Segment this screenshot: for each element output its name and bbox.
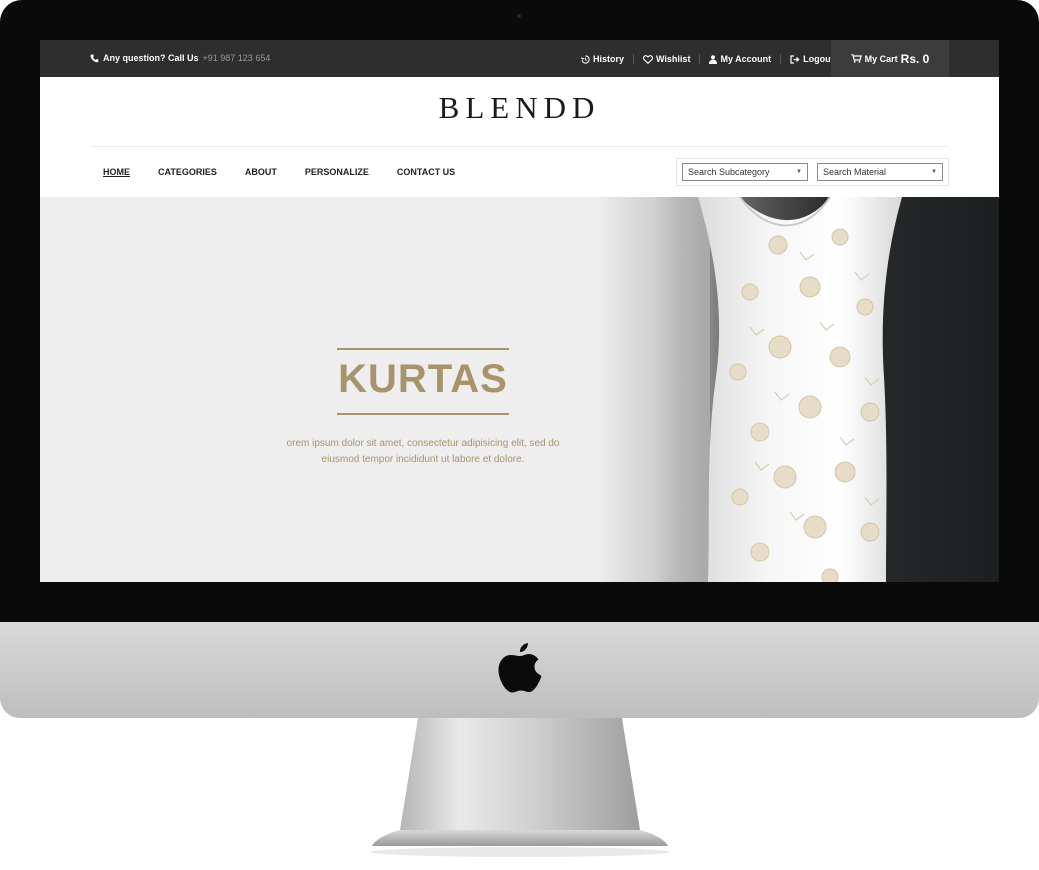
monitor-stand	[370, 718, 670, 857]
logout-label: Logout	[803, 54, 834, 64]
account-links: History Wishlist My Account Logout	[572, 54, 843, 64]
history-icon	[581, 54, 590, 64]
top-bar: Any question? Call Us +91 987 123 654 Hi…	[40, 40, 999, 77]
camera-dot	[517, 14, 521, 18]
cart-label: My Cart	[864, 53, 898, 64]
material-select[interactable]: Search Material ▼	[817, 163, 943, 181]
nav-item-contact-us[interactable]: CONTACT US	[397, 167, 455, 177]
cart-amount: Rs. 0	[900, 51, 930, 66]
search-filters: Search Subcategory ▼ Search Material ▼	[676, 158, 949, 186]
wishlist-link[interactable]: Wishlist	[634, 54, 701, 64]
hero-description: orem ipsum dolor sit amet, consectetur a…	[260, 436, 586, 468]
nav-item-categories[interactable]: CATEGORIES	[158, 167, 217, 177]
apple-logo-icon	[498, 643, 542, 693]
hero-description-line: eiusmod tempor incididunt ut labore et d…	[321, 454, 525, 465]
contact-phone: Any question? Call Us +91 987 123 654	[90, 53, 270, 63]
material-select-value: Search Material	[823, 167, 887, 177]
history-label: History	[593, 54, 625, 64]
subcategory-select[interactable]: Search Subcategory ▼	[682, 163, 808, 181]
main-nav: HOME CATEGORIES ABOUT PERSONALIZE CONTAC…	[103, 167, 483, 177]
subcategory-select-value: Search Subcategory	[688, 167, 770, 177]
caret-down-icon: ▼	[931, 169, 937, 175]
nav-item-personalize[interactable]: PERSONALIZE	[305, 167, 369, 177]
kurta-dress-image	[698, 197, 902, 582]
heart-icon	[643, 54, 654, 64]
nav-item-about[interactable]: ABOUT	[245, 167, 277, 177]
my-account-label: My Account	[720, 54, 772, 64]
user-icon	[709, 54, 718, 64]
hero-title: KURTAS	[338, 357, 508, 401]
phone-icon	[90, 53, 99, 62]
caret-down-icon: ▼	[796, 169, 802, 175]
phone-number[interactable]: +91 987 123 654	[203, 53, 271, 63]
hero-banner: KURTAS orem ipsum dolor sit amet, consec…	[40, 197, 999, 582]
site-logo[interactable]: BLENDD	[40, 90, 999, 126]
hero-description-line: orem ipsum dolor sit amet, consectetur a…	[286, 438, 560, 449]
cart-icon	[850, 54, 862, 63]
logout-icon	[790, 54, 800, 64]
my-account-link[interactable]: My Account	[700, 54, 782, 64]
history-link[interactable]: History	[572, 54, 635, 64]
cart-button[interactable]: My Cart Rs. 0	[831, 40, 949, 77]
question-label: Any question? Call Us	[103, 53, 199, 63]
website-screen: Any question? Call Us +91 987 123 654 Hi…	[40, 40, 999, 582]
hero-title-top-rule	[337, 348, 509, 350]
wishlist-label: Wishlist	[656, 54, 691, 64]
nav-item-home[interactable]: HOME	[103, 167, 130, 177]
nav-divider	[90, 146, 949, 147]
hero-title-bottom-rule	[337, 413, 509, 415]
